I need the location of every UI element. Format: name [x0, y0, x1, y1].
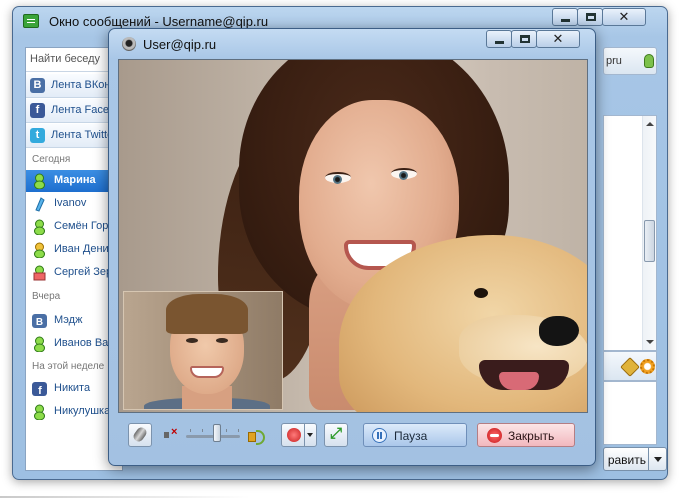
maximize-button[interactable] — [511, 30, 537, 48]
remote-video — [118, 59, 588, 413]
end-call-button-label: Закрыть — [508, 429, 555, 443]
send-button-label: равить — [607, 453, 646, 467]
close-icon: ✕ — [618, 9, 630, 24]
pause-button[interactable]: Пауза — [363, 423, 467, 447]
scroll-down-icon[interactable] — [646, 340, 654, 344]
icq-status-icon — [35, 197, 45, 212]
fullscreen-button[interactable] — [324, 423, 348, 447]
qip-status-icon — [34, 404, 45, 420]
message-window-controls: ✕ — [552, 8, 646, 26]
chat-scrollbar[interactable] — [642, 116, 656, 350]
contact-status-icon[interactable] — [644, 54, 654, 68]
video-call-window: User@qip.ru ✕ × ⤢ Пауза Закрыть — [108, 28, 596, 466]
svg-text:B: B — [36, 317, 43, 328]
section-header-yesterday: Вчера — [32, 291, 61, 302]
contact-name: Семён Гор — [54, 220, 109, 232]
qip-status-icon — [34, 173, 45, 189]
call-control-bar: Пауза Закрыть — [118, 417, 588, 457]
message-input[interactable] — [603, 381, 657, 445]
record-button[interactable] — [281, 423, 317, 447]
qip-status-icon — [34, 242, 45, 258]
volume-tick — [190, 429, 191, 432]
video-window-controls: ✕ — [486, 30, 580, 48]
video-window-title: User@qip.ru — [143, 37, 217, 52]
feed-label: Лента Face — [51, 104, 109, 116]
vkontakte-icon: B — [30, 78, 45, 93]
local-person-eye — [216, 338, 228, 343]
volume-slider-thumb[interactable] — [213, 424, 221, 442]
qip-status-icon — [34, 336, 45, 352]
close-window-button[interactable]: ✕ — [602, 8, 646, 26]
chevron-down-icon[interactable] — [648, 448, 666, 470]
contact-name: Марина — [54, 174, 96, 186]
chat-history[interactable] — [603, 115, 657, 351]
contact-name: Мэдж — [54, 314, 83, 326]
minimize-button[interactable] — [486, 30, 512, 48]
svg-text:f: f — [38, 385, 42, 397]
close-icon: ✕ — [552, 31, 564, 46]
gear-icon[interactable] — [640, 359, 655, 374]
end-call-button[interactable]: Закрыть — [477, 423, 575, 447]
facebook-icon: f — [30, 103, 45, 118]
volume-tick — [226, 429, 227, 432]
facebook-icon: f — [32, 382, 47, 397]
feed-label: Лента Twitte — [51, 129, 114, 141]
minimize-icon — [561, 19, 570, 22]
local-video-preview[interactable] — [123, 291, 283, 410]
volume-tick — [202, 429, 203, 432]
vkontakte-icon: B — [32, 314, 47, 328]
contact-name: Сергей Зер — [54, 266, 113, 278]
local-person-smile — [190, 366, 224, 378]
contact-name: Никита — [54, 382, 91, 394]
remote-person-eye — [391, 168, 417, 180]
webcam-icon — [122, 37, 136, 51]
local-person-hair — [166, 294, 248, 334]
volume-tick — [238, 429, 239, 432]
microphone-button[interactable] — [128, 423, 152, 447]
minimize-button[interactable] — [552, 8, 578, 26]
remote-person-eye — [325, 172, 351, 184]
send-button[interactable]: равить — [603, 447, 667, 471]
maximize-icon — [520, 35, 530, 43]
scroll-thumb[interactable] — [644, 220, 655, 262]
local-person-eye — [186, 338, 198, 343]
record-icon — [287, 428, 301, 442]
dog-eye — [474, 288, 488, 298]
formatting-icon[interactable] — [620, 357, 640, 377]
pause-button-label: Пауза — [394, 429, 428, 443]
contact-name: Иванов Вас — [54, 337, 114, 349]
qip-status-icon — [33, 265, 46, 281]
message-window-title: Окно сообщений - Username@qip.ru — [49, 14, 269, 29]
scroll-up-icon[interactable] — [646, 122, 654, 126]
window-shadow — [0, 496, 250, 498]
contact-name: Ivanov — [54, 197, 87, 209]
contact-name: Иван Денис — [54, 243, 115, 255]
chevron-down-icon[interactable] — [304, 424, 316, 446]
qip-status-icon — [34, 219, 45, 235]
contact-name: Никулушка — [54, 405, 111, 417]
dog-tongue — [499, 372, 539, 390]
end-call-icon — [487, 428, 502, 443]
maximize-icon — [586, 13, 596, 21]
mute-icon[interactable] — [164, 426, 178, 441]
message-toolbar — [603, 351, 657, 381]
chat-header-toolbar: pru — [603, 47, 657, 75]
feed-label: Лента ВКон — [51, 79, 111, 91]
pause-icon — [372, 428, 387, 443]
chat-header-text: pru — [606, 55, 622, 67]
section-header-today: Сегодня — [32, 154, 71, 165]
twitter-icon: t — [30, 128, 45, 143]
section-header-this-week: На этой неделе — [32, 361, 105, 372]
close-window-button[interactable]: ✕ — [536, 30, 580, 48]
minimize-icon — [495, 41, 504, 44]
speaker-icon[interactable] — [248, 429, 266, 445]
maximize-button[interactable] — [577, 8, 603, 26]
qip-app-icon — [23, 14, 39, 28]
